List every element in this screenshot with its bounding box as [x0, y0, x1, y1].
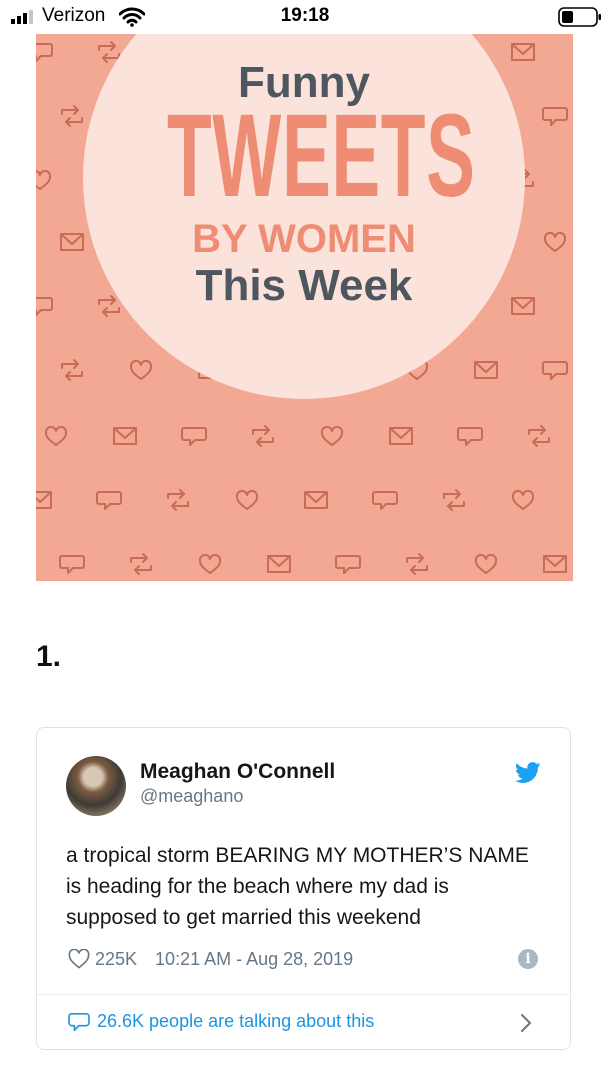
comment-bubble-icon — [68, 1012, 90, 1031]
pattern-heart-icon — [474, 553, 498, 574]
pattern-heart-icon — [198, 553, 222, 574]
battery-icon — [558, 7, 601, 27]
pattern-retweet-icon — [252, 425, 274, 447]
pattern-mail-icon — [113, 427, 137, 445]
hero-title-this-week: This Week — [195, 261, 413, 310]
pattern-bubble-icon — [36, 43, 53, 62]
pattern-retweet-icon — [167, 489, 189, 511]
tweet-meta: 225K 10:21 AM - Aug 28, 2019 — [68, 946, 353, 972]
pattern-mail-icon — [304, 491, 328, 509]
tweet-author-handle[interactable]: @meaghano — [140, 786, 243, 807]
pattern-mail-icon — [474, 361, 498, 379]
hero-title-tweets: TWEETS — [166, 90, 476, 222]
pattern-retweet-icon — [528, 425, 550, 447]
twitter-bird-icon[interactable] — [515, 762, 541, 784]
pattern-mail-icon — [267, 555, 291, 573]
pattern-bubble-icon — [542, 361, 568, 380]
pattern-bubble-icon — [36, 297, 53, 316]
pattern-mail-icon — [60, 233, 84, 251]
pattern-mail-icon — [543, 555, 567, 573]
list-item-number: 1. — [36, 640, 62, 673]
pattern-retweet-icon — [130, 553, 152, 575]
hero-banner-image: Funny TWEETS BY WOMEN This Week — [36, 34, 573, 581]
status-time: 19:18 — [280, 5, 330, 26]
pattern-retweet-icon — [406, 553, 428, 575]
people-talking-link[interactable]: 26.6K people are talking about this — [68, 1011, 374, 1032]
pattern-bubble-icon — [335, 555, 361, 574]
like-count[interactable]: 225K — [95, 949, 137, 970]
pattern-bubble-icon — [96, 491, 122, 510]
pattern-bubble-icon — [542, 107, 568, 126]
chevron-right-icon[interactable] — [519, 1012, 533, 1034]
avatar[interactable] — [66, 756, 126, 816]
pattern-heart-icon — [129, 359, 153, 380]
tweet-timestamp[interactable]: 10:21 AM - Aug 28, 2019 — [155, 949, 353, 970]
divider — [37, 994, 570, 995]
pattern-bubble-icon — [372, 491, 398, 510]
pattern-heart-icon — [511, 489, 535, 510]
pattern-heart-icon — [320, 425, 344, 446]
tweet-author-name[interactable]: Meaghan O'Connell — [140, 760, 335, 784]
pattern-mail-icon — [389, 427, 413, 445]
pattern-heart-icon — [44, 425, 68, 446]
people-talking-label[interactable]: 26.6K people are talking about this — [97, 1011, 374, 1032]
pattern-retweet-icon — [443, 489, 465, 511]
pattern-retweet-icon — [61, 105, 83, 127]
info-icon[interactable]: i — [518, 949, 538, 969]
pattern-heart-icon — [543, 231, 567, 252]
heart-icon[interactable] — [68, 949, 90, 969]
embedded-tweet-card[interactable]: Meaghan O'Connell @meaghano a tropical s… — [36, 727, 571, 1050]
tweet-text: a tropical storm BEARING MY MOTHER’S NAM… — [66, 844, 529, 929]
pattern-bubble-icon — [59, 555, 85, 574]
hero-title-by-women: BY WOMEN — [192, 217, 416, 261]
pattern-retweet-icon — [61, 359, 83, 381]
status-bar: Verizon 19:18 — [0, 0, 610, 34]
pattern-bubble-icon — [457, 427, 483, 446]
pattern-heart-icon — [235, 489, 259, 510]
pattern-bubble-icon — [181, 427, 207, 446]
pattern-mail-icon — [36, 491, 52, 509]
pattern-heart-icon — [36, 169, 52, 190]
